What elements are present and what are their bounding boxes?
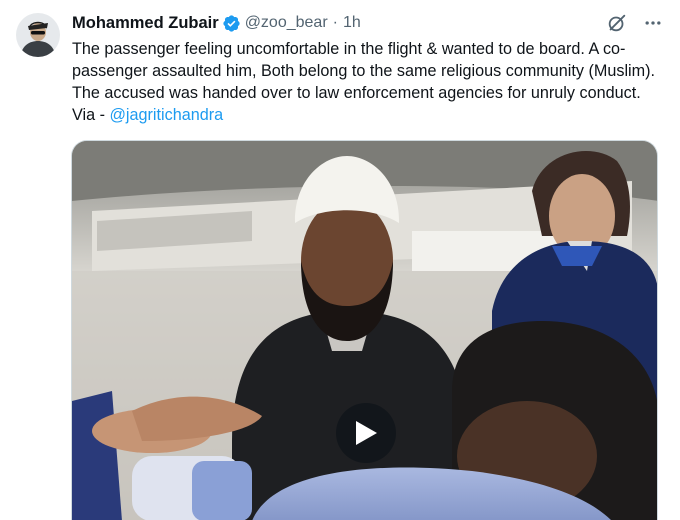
- avatar[interactable]: [16, 13, 60, 57]
- author-handle[interactable]: @zoo_bear: [245, 14, 328, 32]
- tweet-text: The passenger feeling uncomfortable in t…: [72, 38, 662, 126]
- mention-link[interactable]: @jagritichandra: [110, 106, 224, 124]
- play-button[interactable]: [336, 403, 396, 463]
- tweet-top-actions: [604, 10, 666, 36]
- avatar-image: [16, 13, 60, 57]
- tweet-header: Mohammed Zubair @zoo_bear · 1h: [72, 12, 361, 34]
- video-player[interactable]: [71, 140, 658, 520]
- verified-badge-icon: [222, 14, 241, 33]
- separator-dot: ·: [332, 14, 338, 31]
- tweet[interactable]: Mohammed Zubair @zoo_bear · 1h The passe: [0, 0, 680, 520]
- more-icon[interactable]: [640, 10, 666, 36]
- author-name[interactable]: Mohammed Zubair: [72, 14, 219, 33]
- grok-icon[interactable]: [604, 10, 630, 36]
- video-thumbnail: [72, 141, 657, 520]
- timestamp[interactable]: 1h: [343, 14, 361, 32]
- play-icon: [356, 421, 377, 445]
